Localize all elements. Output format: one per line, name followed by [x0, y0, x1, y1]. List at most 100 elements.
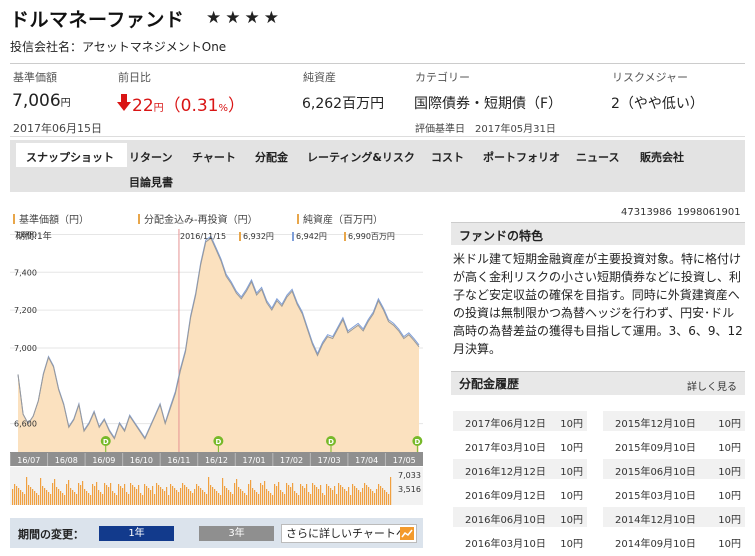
- volume-bar: [144, 484, 146, 505]
- volume-bar: [226, 488, 228, 505]
- volume-bar: [142, 495, 144, 505]
- nav-number: 7,006: [12, 91, 61, 111]
- volume-bar: [366, 485, 368, 505]
- volume-bar: [156, 483, 158, 505]
- x-tick-label: 16/12: [205, 456, 228, 465]
- change-label: 前日比: [118, 71, 151, 84]
- volume-bar: [386, 492, 388, 505]
- volume-bar: [348, 487, 350, 505]
- change-pct: （0.31: [163, 96, 219, 116]
- isin-code: 1998061901: [677, 207, 741, 218]
- price-chart[interactable]: 7,6007,4007,2007,0006,600 期間:1年 2016/11/…: [10, 225, 423, 505]
- volume-bar: [106, 485, 108, 505]
- dividend-row: 2016年09月12日 10円: [453, 483, 587, 503]
- more-chart-button[interactable]: さらに詳しいチャートへ: [281, 524, 417, 543]
- volume-bar: [168, 495, 170, 505]
- volume-bar: [194, 489, 196, 505]
- tab-news[interactable]: ニュース: [576, 149, 619, 165]
- volume-bar: [16, 486, 18, 505]
- dividend-row: 2014年09月10日 10円: [603, 531, 745, 551]
- volume-bar: [42, 486, 44, 505]
- volume-bar: [104, 483, 106, 505]
- dividend-row: 2015年06月10日 10円: [603, 459, 745, 479]
- volume-bar: [24, 494, 26, 505]
- change-pct-close: ）: [228, 96, 246, 116]
- tab-sellers[interactable]: 販売会社: [640, 149, 684, 165]
- volume-bar: [272, 495, 274, 505]
- volume-bar: [100, 492, 102, 505]
- volume-bar: [204, 492, 206, 505]
- dividend-row: 2016年03月10日 10円: [453, 531, 587, 551]
- tab-snapshot[interactable]: スナップショット: [26, 149, 114, 165]
- dividend-date: 2014年09月10日: [615, 539, 696, 550]
- legend-assets: 純資産（百万円）: [297, 211, 383, 226]
- change-pct-unit: %: [218, 103, 229, 114]
- volume-bar: [280, 490, 282, 505]
- volume-bar: [292, 483, 294, 505]
- volume-bar: [290, 487, 292, 505]
- volume-bar: [30, 487, 32, 505]
- dividend-amount: 10円: [718, 443, 741, 454]
- volume-bar: [244, 493, 246, 505]
- dividend-date: 2016年09月12日: [465, 491, 546, 502]
- volume-bar: [116, 495, 118, 505]
- volume-bar: [316, 487, 318, 505]
- volume-bar: [96, 482, 98, 505]
- dividend-more-link[interactable]: 詳しく見る: [687, 378, 737, 393]
- volume-bar: [180, 488, 182, 505]
- volume-bar: [288, 485, 290, 505]
- volume-bar: [98, 490, 100, 505]
- category-label: カテゴリー: [415, 71, 470, 84]
- volume-bar: [370, 489, 372, 505]
- tab-portfolio[interactable]: ポートフォリオ: [483, 149, 560, 165]
- dividend-amount: 10円: [718, 467, 741, 478]
- volume-bar: [258, 494, 260, 505]
- volume-bar: [48, 492, 50, 505]
- tab-cost[interactable]: コスト: [431, 149, 464, 165]
- tab-chart[interactable]: チャート: [192, 149, 236, 165]
- volume-bar: [174, 488, 176, 505]
- volume-bar: [44, 488, 46, 505]
- x-tick-label: 17/04: [355, 456, 378, 465]
- volume-bar: [238, 487, 240, 505]
- dividend-row: 2016年06月10日 10円: [453, 507, 587, 527]
- tab-dividend[interactable]: 分配金: [255, 149, 288, 165]
- volume-bar: [158, 485, 160, 505]
- dividend-date: 2015年12月10日: [615, 419, 696, 430]
- volume-bar: [178, 492, 180, 505]
- tab-return[interactable]: リターン: [129, 149, 172, 165]
- volume-bar: [356, 488, 358, 505]
- dividend-amount: 10円: [718, 539, 741, 550]
- chart-icon: [400, 527, 414, 540]
- tab-prospectus[interactable]: 目論見書: [129, 174, 173, 190]
- period-1y-button[interactable]: 1年: [99, 526, 174, 541]
- volume-bar: [102, 494, 104, 505]
- hover-assets: 6,990百万円: [348, 232, 395, 241]
- y-tick-label: 7,400: [14, 268, 37, 277]
- volume-bar: [354, 486, 356, 505]
- dividend-title: 分配金履歴: [459, 377, 520, 391]
- volume-bar: [218, 493, 220, 505]
- volume-bar: [112, 491, 114, 505]
- dividend-row: 2016年12月12日 10円: [453, 459, 587, 479]
- volume-bar: [302, 486, 304, 505]
- volume-bar: [184, 485, 186, 505]
- volume-bar: [284, 494, 286, 505]
- volume-bar: [308, 492, 310, 505]
- volume-bar: [88, 493, 90, 505]
- volume-bar: [34, 491, 36, 505]
- volume-bar: [222, 478, 224, 505]
- volume-bar: [166, 487, 168, 505]
- dividend-row: 2015年09月10日 10円: [603, 435, 745, 455]
- volume-bar: [108, 487, 110, 505]
- volume-bar: [40, 478, 42, 505]
- volume-bar: [300, 484, 302, 505]
- assets-value: 6,262百万円: [302, 96, 385, 112]
- period-3y-button[interactable]: 3年: [199, 526, 274, 541]
- volume-bar: [246, 495, 248, 505]
- category-value[interactable]: 国際債券・短期債（F）: [414, 93, 562, 113]
- volume-bar: [384, 490, 386, 505]
- volume-bar: [80, 485, 82, 505]
- dividend-date: 2015年03月10日: [615, 491, 696, 502]
- tab-rating-risk[interactable]: レーティング&リスク: [307, 149, 415, 165]
